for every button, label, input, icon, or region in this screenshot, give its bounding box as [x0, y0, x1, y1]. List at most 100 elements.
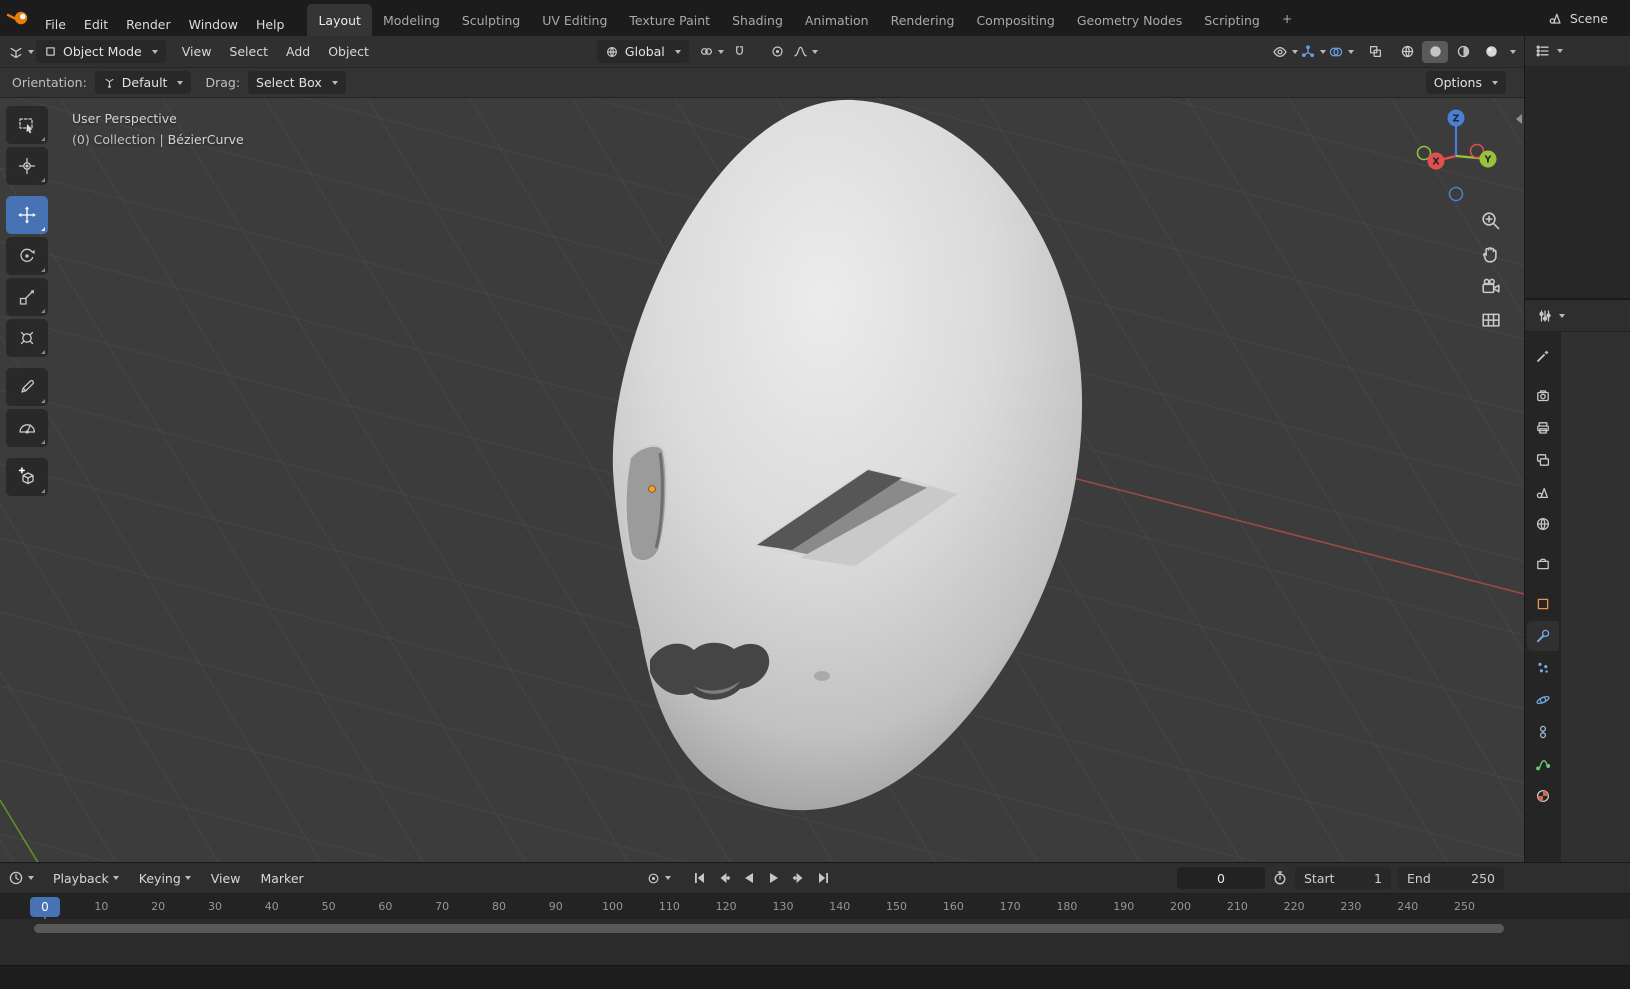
workspace-tab[interactable]: UV Editing	[531, 4, 618, 36]
object-visibility-dropdown[interactable]	[1272, 40, 1298, 63]
timeline-tracks[interactable]	[0, 938, 1630, 965]
workspace-tab[interactable]: Shading	[721, 4, 794, 36]
overlays-dropdown[interactable]	[1328, 40, 1354, 63]
end-frame-field[interactable]: End 250	[1398, 867, 1504, 889]
tab-collection-icon[interactable]	[1527, 549, 1559, 579]
timeline-menu-item[interactable]: Marker	[251, 867, 312, 890]
topbar-menu-item[interactable]: Edit	[75, 13, 117, 36]
workspace-tab[interactable]: Texture Paint	[618, 4, 721, 36]
zoom-icon[interactable]	[1480, 210, 1502, 232]
timeline-ruler[interactable]: 10 20 30 40 50 60 70 80 90 100 110 120 130 140 150 160 1…	[0, 893, 1630, 920]
sidebar-collapse-arrow[interactable]	[1516, 114, 1522, 124]
3d-viewport[interactable]: User Perspective (0) Collection | Bézier…	[0, 98, 1524, 862]
timeline-menu-item[interactable]: View	[202, 867, 250, 890]
viewport-menu-item[interactable]: Select	[221, 40, 276, 63]
topbar-menu-item[interactable]: Window	[180, 13, 247, 36]
tab-render-icon[interactable]	[1527, 381, 1559, 411]
tool-select-box[interactable]	[6, 106, 48, 144]
shading-wireframe-button[interactable]	[1394, 41, 1420, 63]
tool-annotate[interactable]	[6, 368, 48, 406]
topbar-menu-item[interactable]: File	[36, 13, 75, 36]
tab-material-icon[interactable]	[1527, 781, 1559, 811]
outliner-body[interactable]	[1525, 66, 1630, 300]
head-mesh-object[interactable]	[612, 99, 1083, 811]
snap-target-dropdown[interactable]	[699, 40, 725, 63]
ruler-tick-label: 30	[207, 900, 222, 913]
viewport-menu-item[interactable]: View	[174, 40, 220, 63]
tool-cursor[interactable]	[6, 147, 48, 185]
topbar-menu-item[interactable]: Help	[247, 13, 294, 36]
workspace-tab[interactable]: Geometry Nodes	[1066, 4, 1193, 36]
proportional-editing-toggle[interactable]	[765, 40, 791, 63]
outliner-list-icon[interactable]	[1535, 43, 1551, 59]
timeline-menu-item[interactable]: Keying	[130, 867, 200, 890]
xray-toggle[interactable]	[1362, 40, 1388, 63]
timeline-scrollbar[interactable]	[34, 924, 1504, 933]
tab-particles-icon[interactable]	[1527, 653, 1559, 683]
tab-physics-icon[interactable]	[1527, 685, 1559, 715]
tab-constraints-icon[interactable]	[1527, 717, 1559, 747]
tool-transform[interactable]	[6, 319, 48, 357]
timeline-menu-item[interactable]: Playback	[44, 867, 128, 890]
navigation-gizmo[interactable]: Z X Y	[1404, 104, 1508, 211]
jump-prev-keyframe-button[interactable]	[712, 867, 736, 889]
topbar-menu-item[interactable]: Render	[117, 13, 180, 36]
tab-scene-icon[interactable]	[1527, 477, 1559, 507]
workspace-tab[interactable]: Rendering	[880, 4, 966, 36]
editor-type-selector[interactable]	[8, 40, 34, 63]
tab-object-data-icon[interactable]	[1527, 749, 1559, 779]
ortho-grid-icon[interactable]	[1480, 309, 1502, 331]
tab-tool-icon[interactable]	[1527, 341, 1559, 371]
play-reverse-button[interactable]	[737, 867, 761, 889]
shading-dropdown[interactable]	[1510, 49, 1516, 54]
transform-orientation-dropdown[interactable]: Global	[596, 40, 689, 63]
workspace-tab[interactable]: Compositing	[965, 4, 1065, 36]
tool-add-cube[interactable]	[6, 458, 48, 496]
tool-measure[interactable]	[6, 409, 48, 447]
drag-mode-dropdown[interactable]: Select Box	[248, 71, 346, 94]
mode-dropdown[interactable]: Object Mode	[36, 40, 166, 63]
auto-keying-toggle[interactable]	[645, 867, 671, 890]
workspace-tab[interactable]: Scripting	[1193, 4, 1271, 36]
stopwatch-icon[interactable]	[1272, 870, 1288, 886]
current-frame-field[interactable]: 0	[1177, 867, 1265, 889]
jump-to-start-button[interactable]	[687, 867, 711, 889]
start-frame-field[interactable]: Start 1	[1295, 867, 1391, 889]
tab-view-layer-icon[interactable]	[1527, 445, 1559, 475]
pan-hand-icon[interactable]	[1480, 243, 1502, 265]
tab-output-icon[interactable]	[1527, 413, 1559, 443]
shading-rendered-button[interactable]	[1478, 41, 1504, 63]
viewport-canvas[interactable]	[0, 98, 1524, 862]
viewport-menu-item[interactable]: Add	[278, 40, 318, 63]
gizmos-dropdown[interactable]	[1300, 40, 1326, 63]
blender-logo-icon[interactable]	[6, 10, 30, 26]
workspace-tab[interactable]: Sculpting	[451, 4, 531, 36]
jump-to-end-button[interactable]	[812, 867, 836, 889]
tool-rotate[interactable]	[6, 237, 48, 275]
proportional-falloff-dropdown[interactable]	[793, 40, 819, 63]
shading-material-button[interactable]	[1450, 41, 1476, 63]
play-button[interactable]	[762, 867, 786, 889]
tab-object-icon[interactable]	[1527, 589, 1559, 619]
tool-move[interactable]	[6, 196, 48, 234]
scene-selector[interactable]: Scene	[1548, 10, 1624, 26]
tim eline-editor-type-selector[interactable]	[8, 867, 34, 890]
jump-next-keyframe-button[interactable]	[787, 867, 811, 889]
properties-content[interactable]	[1561, 332, 1630, 862]
camera-view-icon[interactable]	[1480, 276, 1502, 298]
add-workspace-button[interactable]: +	[1271, 2, 1303, 34]
viewport-menu-item[interactable]: Object	[320, 40, 377, 63]
gizmo-neg-z[interactable]	[1448, 186, 1464, 202]
tool-scale[interactable]	[6, 278, 48, 316]
tab-modifiers-icon[interactable]	[1527, 621, 1559, 651]
workspace-tab[interactable]: Layout	[307, 4, 372, 36]
options-button[interactable]: Options	[1425, 71, 1506, 94]
snap-toggle[interactable]	[727, 40, 753, 63]
workspace-tab[interactable]: Animation	[794, 4, 880, 36]
tab-world-icon[interactable]	[1527, 509, 1559, 539]
workspace-tab[interactable]: Modeling	[372, 4, 451, 36]
playhead-marker[interactable]: 0	[30, 897, 60, 917]
shading-solid-button[interactable]	[1422, 40, 1448, 63]
properties-sliders-icon[interactable]	[1537, 308, 1553, 324]
tool-orientation-dropdown[interactable]: Default	[94, 71, 192, 94]
